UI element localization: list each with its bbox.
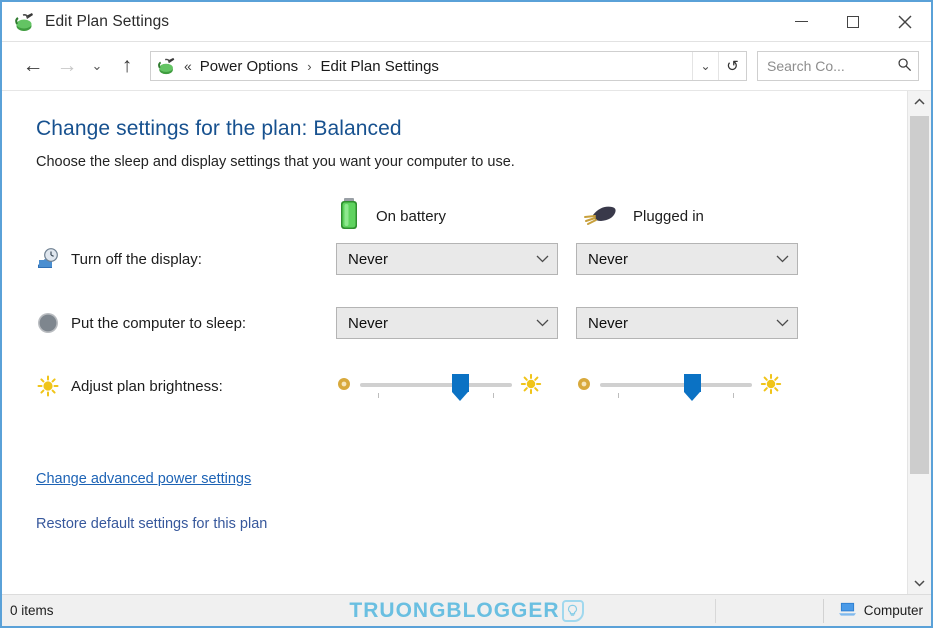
status-location: Computer [822, 598, 923, 623]
vertical-scrollbar[interactable] [907, 91, 931, 594]
brightness-slider-battery[interactable] [336, 371, 576, 401]
watermark-text: TRUONGBLOGGER [349, 598, 560, 622]
dropdown-sleep-plugged[interactable]: Never [576, 307, 798, 339]
setting-row-put-computer-to-sleep: Put the computer to sleep: Never Never [36, 300, 907, 346]
setting-label-put-computer-to-sleep: Put the computer to sleep: [71, 314, 247, 332]
breadcrumb-separator-icon[interactable]: › [307, 59, 311, 74]
status-bar: 0 items TRUONGBLOGGER Computer [2, 594, 931, 626]
window-title: Edit Plan Settings [45, 12, 170, 30]
search-input[interactable]: Search Co... [757, 51, 919, 81]
column-header-on-battery: On battery [336, 197, 581, 236]
watermark: TRUONGBLOGGER [2, 599, 931, 623]
edit-plan-settings-window: Edit Plan Settings ← → ⌄ ↑ « Power Optio… [0, 0, 933, 628]
watering-can-icon [157, 56, 177, 76]
power-plug-icon [581, 199, 619, 234]
links-section: Change advanced power settings Restore d… [36, 470, 907, 533]
dropdown-value: Never [348, 314, 389, 332]
slider-track-fill [600, 383, 752, 387]
battery-icon [336, 197, 362, 236]
column-headers: On battery Plugged in [336, 196, 907, 236]
scrollbar-thumb[interactable] [910, 116, 929, 475]
dropdown-value: Never [348, 250, 389, 268]
watermark-badge-icon [561, 599, 584, 622]
setting-row-turn-off-display: Turn off the display: Never Never [36, 236, 907, 282]
scrollbar-track[interactable] [908, 113, 931, 572]
page-subtitle: Choose the sleep and display settings th… [36, 154, 515, 170]
settings-pane: Change settings for the plan: Balanced C… [2, 91, 907, 594]
content-area: Change settings for the plan: Balanced C… [2, 90, 931, 594]
column-label-on-battery: On battery [376, 207, 447, 225]
slider-track-battery[interactable] [360, 371, 512, 401]
navigation-bar: ← → ⌄ ↑ « Power Options › Edit Plan Sett… [2, 42, 931, 90]
address-bar[interactable]: « Power Options › Edit Plan Settings ⌄ ↺ [150, 51, 747, 81]
refresh-icon[interactable]: ↺ [718, 52, 746, 80]
computer-icon [838, 601, 857, 620]
setting-label-adjust-brightness: Adjust plan brightness: [71, 377, 223, 395]
search-icon[interactable] [897, 57, 912, 76]
dropdown-value: Never [588, 314, 629, 332]
back-button[interactable]: ← [16, 49, 50, 83]
forward-button: → [56, 54, 78, 77]
column-label-plugged-in: Plugged in [633, 207, 704, 225]
monitor-clock-icon [36, 247, 60, 271]
close-button[interactable] [879, 2, 931, 41]
brightness-slider-plugged[interactable] [576, 371, 816, 401]
minimize-button[interactable] [775, 2, 827, 41]
chevron-down-icon[interactable] [776, 316, 789, 330]
slider-tick [378, 393, 379, 398]
title-bar: Edit Plan Settings [2, 2, 931, 42]
breadcrumb-overflow[interactable]: « [184, 58, 192, 74]
dropdown-turn-off-display-battery[interactable]: Never [336, 243, 558, 275]
slider-track-fill [360, 383, 512, 387]
dim-sun-icon [336, 376, 352, 397]
status-location-label: Computer [863, 603, 923, 618]
dropdown-sleep-battery[interactable]: Never [336, 307, 558, 339]
chevron-down-icon[interactable]: ⌄ [692, 52, 718, 80]
recent-locations-button[interactable]: ⌄ [84, 49, 110, 83]
chevron-down-icon[interactable] [536, 316, 549, 330]
sun-icon [36, 374, 60, 398]
watering-can-icon [14, 11, 36, 33]
maximize-button[interactable] [827, 2, 879, 41]
setting-label-turn-off-display: Turn off the display: [71, 250, 202, 268]
slider-track-plugged[interactable] [600, 371, 752, 401]
scroll-down-button[interactable] [908, 572, 931, 594]
link-restore-default-settings[interactable]: Restore default settings for this plan [36, 516, 267, 532]
slider-thumb-plugged[interactable] [683, 374, 701, 401]
bright-sun-icon [760, 373, 782, 400]
chevron-down-icon[interactable] [536, 252, 549, 266]
up-button[interactable]: ↑ [110, 49, 144, 83]
scroll-up-button[interactable] [908, 91, 931, 113]
status-divider [715, 599, 716, 623]
search-placeholder: Search Co... [767, 58, 845, 74]
link-change-advanced-power-settings[interactable]: Change advanced power settings [36, 471, 251, 487]
breadcrumb-edit-plan-settings[interactable]: Edit Plan Settings [319, 58, 441, 75]
dim-sun-icon [576, 376, 592, 397]
window-controls [775, 2, 931, 41]
breadcrumb-power-options[interactable]: Power Options [198, 58, 300, 75]
setting-row-adjust-brightness: Adjust plan brightness: [36, 364, 907, 408]
slider-tick [618, 393, 619, 398]
slider-thumb-battery[interactable] [451, 374, 469, 401]
page-title: Change settings for the plan: Balanced [36, 117, 402, 140]
chevron-down-icon[interactable] [776, 252, 789, 266]
dropdown-value: Never [588, 250, 629, 268]
bright-sun-icon [520, 373, 542, 400]
column-header-plugged-in: Plugged in [581, 199, 704, 234]
dropdown-turn-off-display-plugged[interactable]: Never [576, 243, 798, 275]
slider-tick [733, 393, 734, 398]
slider-tick [493, 393, 494, 398]
moon-icon [36, 311, 60, 335]
